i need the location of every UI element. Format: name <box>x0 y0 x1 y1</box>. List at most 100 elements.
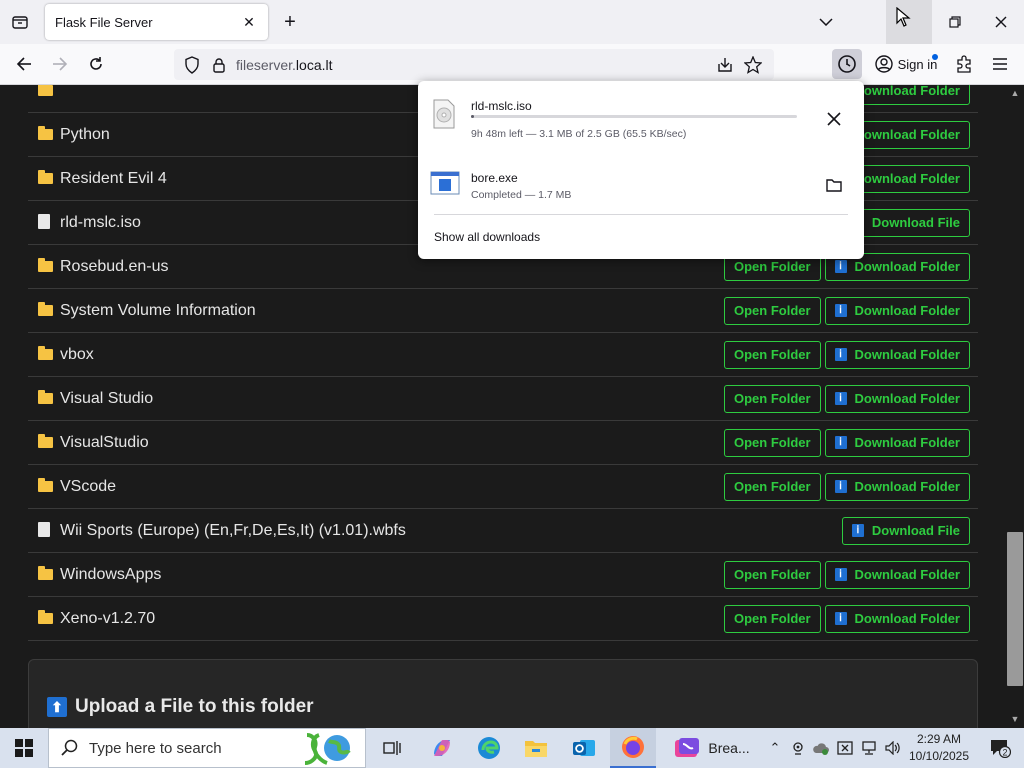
tray-volume-icon[interactable] <box>882 728 904 768</box>
row-name[interactable]: System Volume Information <box>60 302 724 320</box>
new-tab-button[interactable]: + <box>278 0 302 44</box>
folder-icon <box>38 257 53 272</box>
download-file-button[interactable]: ⅰ Download File <box>841 516 970 545</box>
back-button[interactable] <box>9 49 39 79</box>
minimize-button[interactable] <box>886 0 932 44</box>
firefox-icon <box>622 736 644 758</box>
list-all-tabs-button[interactable] <box>812 0 840 44</box>
cancel-download-button[interactable] <box>820 105 848 133</box>
sign-in-button[interactable]: Sign in <box>868 49 944 79</box>
forward-button[interactable] <box>45 49 75 79</box>
close-window-button[interactable] <box>978 0 1024 44</box>
taskbar-copilot[interactable] <box>420 728 464 768</box>
row-icon <box>28 125 60 143</box>
extensions-button[interactable] <box>949 49 979 79</box>
lock-icon[interactable] <box>212 57 226 73</box>
sign-in-label: Sign in <box>897 56 938 72</box>
download-item-rld-mslc[interactable]: rld-mslc.iso 9h 48m left — 3.1 MB of 2.5… <box>428 89 854 147</box>
folder-icon <box>38 477 53 492</box>
open-folder-button[interactable]: Open Folder <box>723 340 821 369</box>
taskbar-brea-app[interactable]: Brea... <box>664 728 760 768</box>
save-to-device-icon[interactable] <box>716 57 734 73</box>
download-folder-button[interactable]: ⅰ Download Folder <box>824 296 970 325</box>
task-view-button[interactable] <box>372 728 412 768</box>
download-status: Completed — 1.7 MB <box>471 189 572 201</box>
row-name[interactable]: VisualStudio <box>60 434 724 452</box>
taskbar-file-explorer[interactable] <box>514 728 558 768</box>
reload-icon <box>90 57 102 70</box>
search-icon <box>61 739 78 756</box>
row-icon <box>28 345 60 363</box>
tray-security-icon[interactable] <box>834 728 856 768</box>
show-all-downloads-link[interactable]: Show all downloads <box>434 230 540 244</box>
download-label: Download Folder <box>854 567 960 582</box>
row-name[interactable]: Visual Studio <box>60 390 724 408</box>
row-icon <box>28 433 60 451</box>
search-highlight-globe-ribbon-icon <box>304 733 351 765</box>
address-bar[interactable]: fileserver.loca.lt <box>174 49 774 80</box>
download-folder-button[interactable]: ⅰ Download Folder <box>824 428 970 457</box>
taskbar-edge[interactable] <box>467 728 511 768</box>
row-name[interactable]: VScode <box>60 478 724 496</box>
scrollbar-thumb[interactable] <box>1007 532 1023 686</box>
tray-network-icon[interactable] <box>858 728 880 768</box>
row-name[interactable]: Wii Sports (Europe) (En,Fr,De,Es,It) (v1… <box>60 522 842 540</box>
start-button[interactable] <box>0 728 48 768</box>
show-hidden-icons-button[interactable]: ⌃ <box>764 728 786 768</box>
download-folder-button[interactable]: ⅰ Download Folder <box>824 560 970 589</box>
windows-logo-icon <box>15 739 33 757</box>
reload-button[interactable] <box>81 49 111 79</box>
app-window-icon <box>675 738 700 757</box>
download-folder-button[interactable]: ⅰ Download Folder <box>824 472 970 501</box>
download-folder-button[interactable]: ⅰ Download Folder <box>824 340 970 369</box>
account-icon <box>874 55 893 73</box>
url-text[interactable]: fileserver.loca.lt <box>236 57 333 73</box>
show-in-folder-button[interactable] <box>820 171 848 199</box>
open-folder-button[interactable]: Open Folder <box>723 384 821 413</box>
download-label: Download Folder <box>854 127 960 142</box>
tracking-protection-shield-icon[interactable] <box>184 55 200 74</box>
taskbar-firefox[interactable] <box>610 728 656 768</box>
taskbar-outlook[interactable] <box>562 728 606 768</box>
tab-overview-button[interactable] <box>0 0 40 44</box>
open-folder-label: Open Folder <box>733 435 811 450</box>
tray-cloud-sync-icon[interactable] <box>810 728 832 768</box>
download-folder-button[interactable]: ⅰ Download Folder <box>824 384 970 413</box>
download-label: Download Folder <box>854 347 960 362</box>
file-icon <box>38 521 50 537</box>
tab-flask-file-server[interactable]: Flask File Server ✕ <box>45 4 268 40</box>
open-folder-button[interactable]: Open Folder <box>723 560 821 589</box>
open-folder-button[interactable]: Open Folder <box>723 604 821 633</box>
row-name[interactable]: Rosebud.en-us <box>60 258 724 276</box>
row-name[interactable]: WindowsApps <box>60 566 724 584</box>
download-label: Download Folder <box>854 391 960 406</box>
downloads-button[interactable] <box>832 49 862 79</box>
open-folder-button[interactable]: Open Folder <box>723 296 821 325</box>
app-menu-button[interactable] <box>985 49 1015 79</box>
table-row: System Volume Information Open Folder ⅰ Dow… <box>28 289 978 333</box>
notification-center-button[interactable]: 2 <box>980 728 1020 768</box>
restore-button[interactable] <box>932 0 978 44</box>
open-folder-label: Open Folder <box>733 303 811 318</box>
table-row: WindowsApps Open Folder ⅰ Download Folder <box>28 553 978 597</box>
open-folder-label: Open Folder <box>733 347 811 362</box>
chevron-down-icon <box>819 18 833 26</box>
bookmark-star-icon[interactable] <box>744 55 762 74</box>
taskbar-search-box[interactable]: Type here to search <box>48 728 366 768</box>
row-icon <box>28 565 60 583</box>
info-download-icon: ⅰ <box>834 304 847 317</box>
download-item-bore[interactable]: bore.exe Completed — 1.7 MB <box>428 161 854 219</box>
row-icon <box>28 85 60 99</box>
taskbar-clock[interactable]: 2:29 AM 10/10/2025 <box>905 731 973 765</box>
scroll-down-arrow-icon[interactable]: ▼ <box>1006 714 1024 724</box>
tray-camera-icon[interactable] <box>788 728 808 768</box>
executable-file-icon <box>430 171 460 195</box>
row-name[interactable]: Xeno-v1.2.70 <box>60 610 724 628</box>
download-folder-button[interactable]: ⅰ Download Folder <box>824 604 970 633</box>
edge-browser-icon <box>478 737 500 759</box>
tab-close-icon[interactable]: ✕ <box>240 14 258 31</box>
open-folder-button[interactable]: Open Folder <box>723 428 821 457</box>
open-folder-button[interactable]: Open Folder <box>723 472 821 501</box>
row-name[interactable]: vbox <box>60 346 724 364</box>
scroll-up-arrow-icon[interactable]: ▲ <box>1006 88 1024 98</box>
